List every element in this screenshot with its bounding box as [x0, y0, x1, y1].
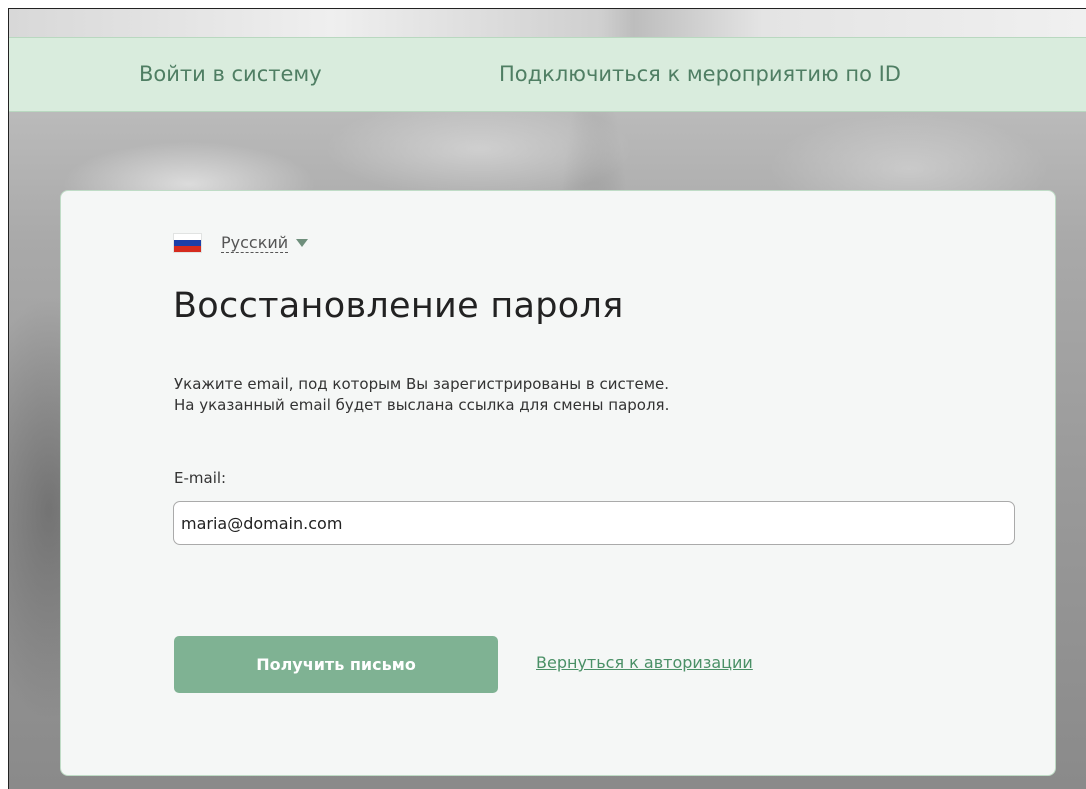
language-selector[interactable]: Русский	[174, 233, 309, 253]
language-label[interactable]: Русский	[221, 233, 289, 253]
instructions-line-2: На указанный email будет выслана ссылка …	[174, 396, 670, 414]
instructions-text: Укажите email, под которым Вы зарегистри…	[174, 374, 669, 416]
background-strip	[9, 9, 1086, 37]
email-label: E-mail:	[174, 469, 227, 487]
nav-login-link[interactable]: Войти в систему	[139, 62, 322, 86]
caret-down-icon[interactable]	[296, 239, 309, 247]
page-title: Восстановление пароля	[173, 286, 624, 326]
page-frame: Войти в систему Подключиться к мероприят…	[8, 8, 1086, 789]
russia-flag-icon	[174, 234, 201, 252]
nav-connect-by-id-link[interactable]: Подключиться к мероприятию по ID	[499, 62, 901, 86]
top-navigation: Войти в систему Подключиться к мероприят…	[9, 37, 1086, 112]
get-letter-button[interactable]: Получить письмо	[174, 636, 498, 693]
email-field[interactable]	[173, 501, 1015, 545]
back-to-login-link[interactable]: Вернуться к авторизации	[536, 653, 753, 672]
password-recovery-card: Русский Восстановление пароля Укажите em…	[60, 190, 1056, 776]
instructions-line-1: Укажите email, под которым Вы зарегистри…	[174, 375, 669, 393]
